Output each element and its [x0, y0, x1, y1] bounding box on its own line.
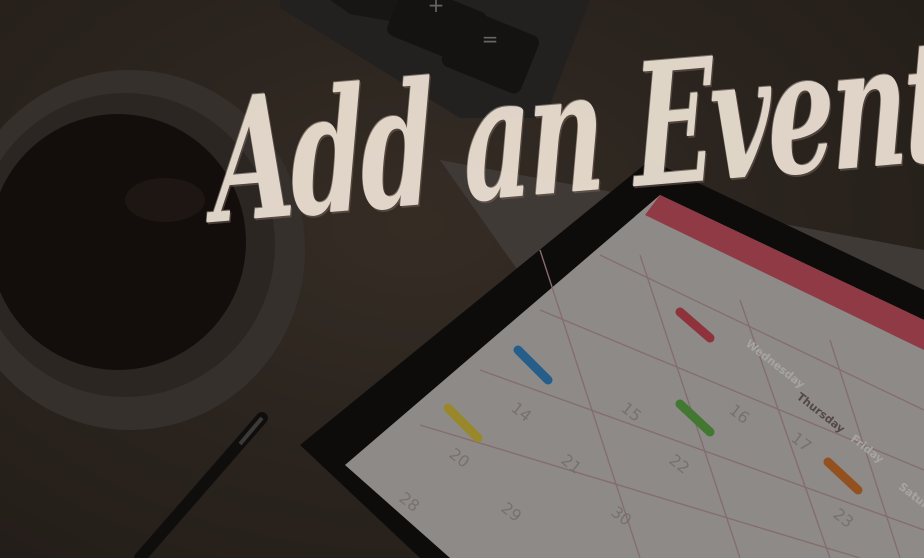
page-title: Add an Event	[209, 0, 924, 263]
event-banner: + = Wednesday Thursday Friday 14 15 16 1…	[0, 0, 924, 558]
